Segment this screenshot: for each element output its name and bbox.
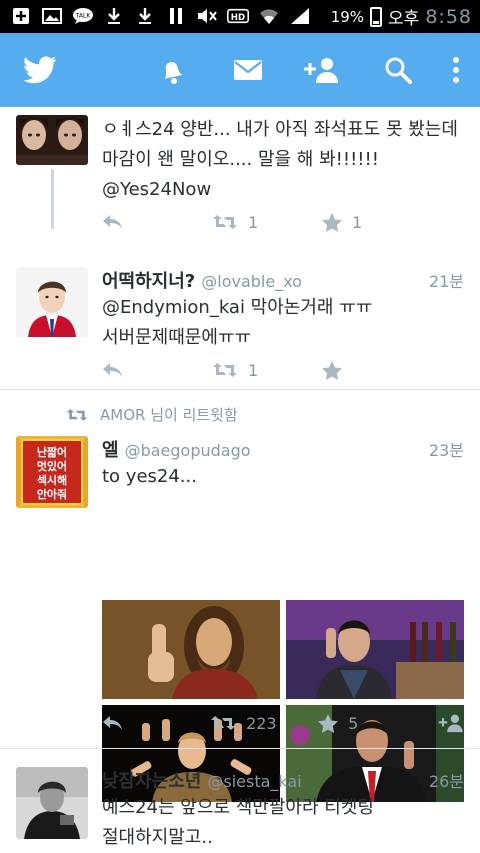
reply-button[interactable] xyxy=(102,362,212,378)
pause-icon xyxy=(165,6,187,26)
tweet-text: 서버문제때문에ㅠㅠ xyxy=(102,327,252,348)
tweet-header: 낮잠자는소년 @siesta_kai 26분 xyxy=(102,767,464,793)
avatar-text: 안아줘 xyxy=(37,487,67,501)
favorite-button[interactable] xyxy=(322,360,442,380)
messages-envelope-icon[interactable] xyxy=(228,33,268,107)
tweet-time: 21분 xyxy=(428,272,464,291)
signal-icon xyxy=(289,6,311,26)
media-image[interactable] xyxy=(102,600,280,699)
author-handle[interactable]: @lovable_xo xyxy=(201,272,302,291)
download-icon xyxy=(103,6,125,26)
avatar[interactable]: 난짧어 멋있어 섹시해 안아줘 xyxy=(16,436,88,508)
retweet-icon xyxy=(213,363,237,377)
author-handle[interactable]: @siesta_kai xyxy=(207,772,301,791)
add-user-icon[interactable] xyxy=(296,33,344,107)
avatar-text: 난짧어 xyxy=(37,445,67,459)
notification-icons: TALK HD xyxy=(10,6,311,26)
author-name[interactable]: 엘 xyxy=(102,436,119,462)
author-name[interactable]: 낮잠자는소년 xyxy=(102,767,201,793)
clock: 8:58 xyxy=(425,5,472,28)
favorite-count: 5 xyxy=(348,713,359,733)
timeline[interactable]: ㅇㅖ스24 양반... 내가 아직 좌석표도 못 봤는데 마감이 왠 말이오..… xyxy=(0,107,480,853)
hd-voice-icon: HD xyxy=(227,6,249,26)
favorite-button[interactable]: 5 xyxy=(318,713,436,733)
favorite-button[interactable]: 1 xyxy=(322,212,442,232)
battery-percent: 19% xyxy=(330,7,365,26)
tweet-body: ㅇㅖ스24 양반... 내가 아직 좌석표도 못 봤는데 마감이 왠 말이오..… xyxy=(102,115,464,205)
twitter-bird-icon[interactable] xyxy=(18,33,62,107)
overflow-menu-icon[interactable] xyxy=(446,33,466,107)
tweet-text: ㅇㅖ스24 양반... 내가 아직 좌석표도 못 봤는데 마감이 왠 말이오..… xyxy=(102,119,458,170)
download-icon xyxy=(134,6,156,26)
retweet-button[interactable]: 1 xyxy=(212,213,322,232)
retweet-count: 1 xyxy=(248,360,259,380)
tweet-body: 낮잠자는소년 @siesta_kai 26분 예스24는 앞으로 책만팔아라 티… xyxy=(102,767,464,853)
retweet-button[interactable]: 223 xyxy=(210,714,318,733)
twitter-action-bar xyxy=(0,33,480,107)
retweet-count: 223 xyxy=(246,713,277,733)
retweet-icon xyxy=(213,215,237,229)
status-right: 19% 오후 8:58 xyxy=(330,4,472,30)
mute-icon xyxy=(196,6,218,26)
avatar[interactable] xyxy=(16,115,88,165)
avatar-text: 멋있어 xyxy=(37,459,67,473)
reply-button[interactable] xyxy=(102,214,212,230)
tweet-card[interactable]: AMOR 님이 리트윗함 난짧어 멋있어 섹시해 안아줘 엘 @baegopud… xyxy=(0,390,480,802)
avatar[interactable] xyxy=(16,767,88,839)
svg-text:HD: HD xyxy=(231,13,245,23)
add-notification-icon xyxy=(10,6,32,26)
tweet-card[interactable]: 어떡하지너? @lovable_xo 21분 @Endymion_kai 막아논… xyxy=(0,243,480,389)
favorite-count: 1 xyxy=(352,212,363,232)
retweeted-by-text[interactable]: AMOR 님이 리트윗함 xyxy=(100,404,238,425)
star-icon xyxy=(318,713,339,733)
talk-icon: TALK xyxy=(72,6,94,26)
tweet-body: 어떡하지너? @lovable_xo 21분 @Endymion_kai 막아논… xyxy=(102,267,464,353)
tweet-text: to yes24... xyxy=(102,466,197,487)
tweet-mention[interactable]: @Yes24Now xyxy=(102,175,464,205)
thread-line xyxy=(51,169,54,229)
tweet-actions: 1 1 xyxy=(102,210,464,234)
notifications-bell-icon[interactable] xyxy=(152,33,192,107)
reply-icon xyxy=(103,363,122,377)
retweet-count: 1 xyxy=(248,212,259,232)
tweet-actions: 223 5 xyxy=(102,711,464,735)
tweet-time: 26분 xyxy=(428,772,464,791)
tweet-time: 23분 xyxy=(428,441,464,460)
retweet-indicator: AMOR 님이 리트윗함 xyxy=(66,404,238,425)
retweet-icon xyxy=(66,408,88,421)
battery-icon xyxy=(370,6,383,27)
gallery-icon xyxy=(41,6,63,26)
retweet-icon xyxy=(211,716,236,730)
svg-text:TALK: TALK xyxy=(75,13,92,20)
reply-icon xyxy=(103,215,122,229)
wifi-icon xyxy=(258,6,280,26)
reply-button[interactable] xyxy=(102,715,210,731)
clock-ampm: 오후 xyxy=(388,9,420,29)
avatar-text: 섹시해 xyxy=(37,473,67,487)
tweet-card[interactable]: ㅇㅖ스24 양반... 내가 아직 좌석표도 못 봤는데 마감이 왠 말이오..… xyxy=(0,107,480,242)
star-icon xyxy=(322,360,342,380)
avatar[interactable] xyxy=(16,267,88,337)
follow-button[interactable] xyxy=(436,713,464,733)
tweet-body: 엘 @baegopudago 23분 to yes24... xyxy=(102,436,464,492)
tweet-text: 절대하지말고.. xyxy=(102,827,213,848)
status-bar: TALK HD 19% 오후 8:58 xyxy=(0,0,480,33)
reply-icon xyxy=(103,716,122,730)
author-name[interactable]: 어떡하지너? xyxy=(102,267,195,293)
tweet-text: 예스24는 앞으로 책만팔아라 티켓팅 xyxy=(102,797,374,818)
tweet-text: @Endymion_kai 막아논거래 ㅠㅠ xyxy=(102,297,373,318)
tweet-header: 엘 @baegopudago 23분 xyxy=(102,436,464,462)
media-image[interactable] xyxy=(286,600,464,699)
tweet-card[interactable]: 낮잠자는소년 @siesta_kai 26분 예스24는 앞으로 책만팔아라 티… xyxy=(0,749,480,853)
retweet-button[interactable]: 1 xyxy=(212,361,322,380)
tweet-actions: 1 xyxy=(102,358,464,382)
star-icon xyxy=(322,212,342,232)
search-icon[interactable] xyxy=(378,33,418,107)
tweet-header: 어떡하지너? @lovable_xo 21분 xyxy=(102,267,464,293)
author-handle[interactable]: @baegopudago xyxy=(125,441,251,460)
add-user-icon xyxy=(438,714,463,733)
